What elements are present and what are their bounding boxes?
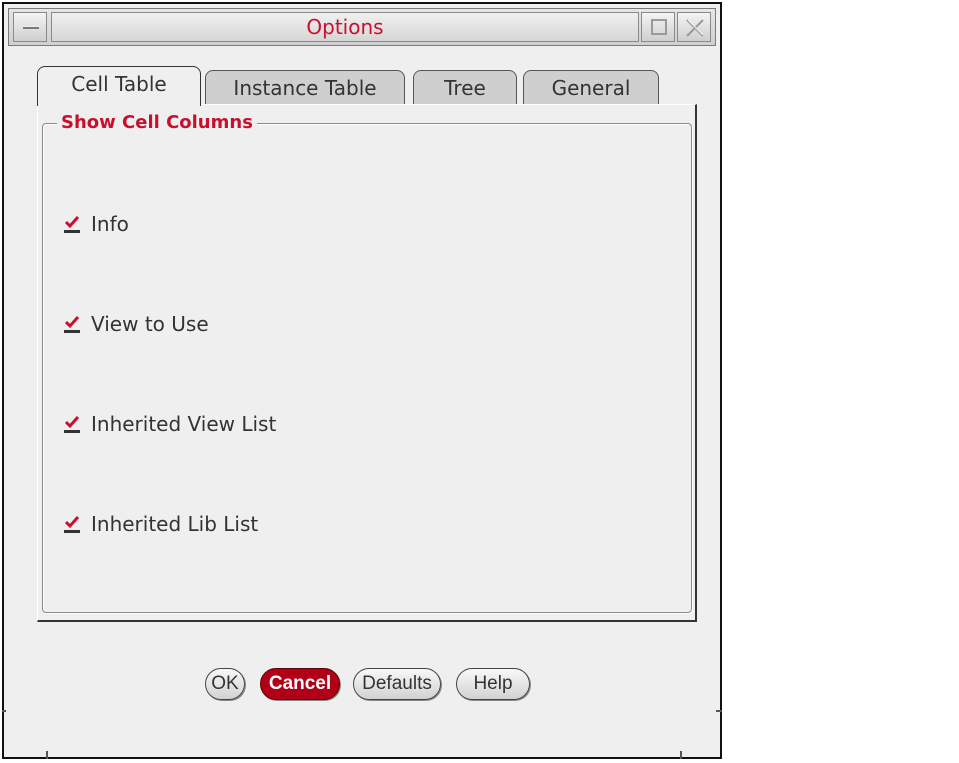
options-dialog: Options Cell Table Instance Table Tree G… [2, 2, 722, 759]
inherited-lib-list-checkbox[interactable] [63, 515, 81, 533]
tab-page-cell-table: Show Cell Columns Info View to Use Inher… [37, 104, 697, 622]
cancel-button[interactable]: Cancel [260, 668, 340, 700]
window-title: Options [51, 12, 639, 42]
help-button[interactable]: Help [456, 668, 530, 700]
info-checkbox[interactable] [63, 215, 81, 233]
title-bar[interactable]: Options [8, 8, 716, 46]
tab-instance-table[interactable]: Instance Table [205, 70, 405, 104]
view-to-use-checkbox[interactable] [63, 315, 81, 333]
tab-general[interactable]: General [523, 70, 659, 104]
close-button[interactable] [677, 12, 711, 42]
checkbox-row-inherited-view-list[interactable]: Inherited View List [63, 410, 276, 438]
defaults-button[interactable]: Defaults [353, 668, 441, 700]
checkmark-icon [64, 316, 80, 329]
show-cell-columns-group: Show Cell Columns Info View to Use Inher… [42, 112, 692, 613]
ok-button[interactable]: OK [205, 668, 245, 700]
maximize-icon [651, 19, 667, 35]
resize-handle-right[interactable] [716, 710, 722, 712]
resize-handle-bottom-left[interactable] [46, 751, 48, 759]
maximize-button[interactable] [641, 12, 675, 42]
tab-tree[interactable]: Tree [413, 70, 517, 104]
inherited-view-list-checkbox[interactable] [63, 415, 81, 433]
checkmark-icon [64, 216, 80, 229]
checkbox-row-info[interactable]: Info [63, 210, 129, 238]
view-to-use-label: View to Use [91, 312, 209, 336]
tab-cell-table[interactable]: Cell Table [37, 66, 201, 106]
resize-handle-left[interactable] [2, 710, 6, 712]
group-title: Show Cell Columns [57, 112, 257, 134]
close-icon [686, 19, 704, 37]
window-menu-icon [23, 26, 39, 29]
resize-handle-bottom-right[interactable] [680, 751, 682, 759]
inherited-lib-list-label: Inherited Lib List [91, 512, 259, 536]
window-menu-button[interactable] [13, 12, 47, 42]
checkmark-icon [64, 416, 80, 429]
inherited-view-list-label: Inherited View List [91, 412, 277, 436]
checkmark-icon [64, 516, 80, 529]
info-label: Info [91, 212, 129, 236]
checkbox-row-view-to-use[interactable]: View to Use [63, 310, 209, 338]
checkbox-row-inherited-lib-list[interactable]: Inherited Lib List [63, 510, 258, 538]
